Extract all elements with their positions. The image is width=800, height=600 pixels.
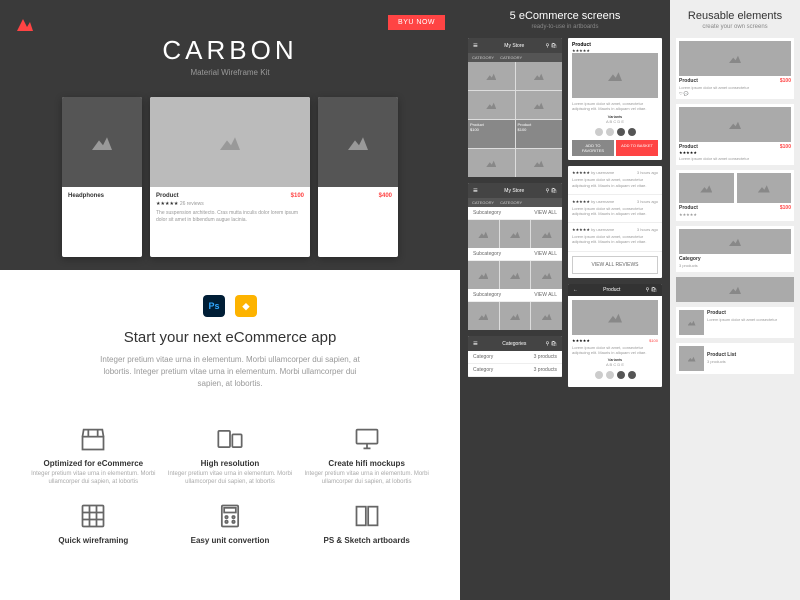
- feature-desc: Integer pretium vitae urna in elementum.…: [303, 471, 430, 487]
- storefront-icon: [79, 425, 107, 453]
- feature-title: Create hifi mockups: [303, 459, 430, 468]
- add-favorites-button[interactable]: ADD TO FAVORITES: [572, 140, 614, 156]
- feature-title: Easy unit convertion: [167, 536, 294, 545]
- add-basket-button[interactable]: ADD TO BASKET: [616, 140, 658, 156]
- view-all-reviews-button[interactable]: VIEW ALL REVIEWS: [572, 256, 658, 274]
- mockup-right: $400: [318, 97, 398, 257]
- hero-title: CARBON: [0, 0, 460, 66]
- mockup-left-name: Headphones: [68, 193, 104, 199]
- feature-title: Optimized for eCommerce: [30, 459, 157, 468]
- calculator-icon: [216, 502, 244, 530]
- grid-icon: [79, 502, 107, 530]
- feature-desc: Integer pretium vitae urna in elementum.…: [30, 471, 157, 487]
- hero-section: BYU NOW CARBON Material Wireframe Kit He…: [0, 0, 460, 270]
- elements-panel: Reusable elements create your own screen…: [670, 0, 800, 600]
- sketch-icon: ◆: [235, 295, 257, 317]
- feature-resolution: High resolution Integer pretium vitae ur…: [167, 425, 294, 487]
- menu-icon: [473, 339, 483, 348]
- element-card: Product$100 ★★★★★ Lorem ipsum dolor sit …: [676, 104, 794, 165]
- artboards-icon: [353, 502, 381, 530]
- mockup-right-price: $400: [379, 193, 392, 199]
- elements-title: Reusable elements: [676, 10, 794, 22]
- mockup-left: Headphones: [62, 97, 142, 257]
- feature-desc: Integer pretium vitae urna in elementum.…: [167, 471, 294, 487]
- feature-title: Quick wireframing: [30, 536, 157, 545]
- element-pair: Product$100 ★★★★★: [676, 170, 794, 221]
- feature-wireframing: Quick wireframing: [30, 502, 157, 548]
- intro-body: Integer pretium vitae urna in elementum.…: [90, 354, 370, 390]
- element-row: ProductLorem ipsum dolor sit amet consec…: [676, 307, 794, 338]
- feature-ecommerce: Optimized for eCommerce Integer pretium …: [30, 425, 157, 487]
- features-grid: Optimized for eCommerce Integer pretium …: [0, 415, 460, 558]
- screen-product-dark: ←Product⚲ 🛍 ★★★★★ $100 Lorem ipsum dolor…: [568, 284, 662, 387]
- element-category: Category 3 products: [676, 226, 794, 272]
- search-icon: ⚲ 🛍: [546, 43, 557, 49]
- feature-artboards: PS & Sketch artboards: [303, 502, 430, 548]
- feature-title: PS & Sketch artboards: [303, 536, 430, 545]
- mockup-center: Product $100 ★★★★★ 26 reviews The suspen…: [150, 97, 310, 257]
- screens-panel: 5 eCommerce screens ready-to-use in artb…: [460, 0, 670, 600]
- buy-now-button[interactable]: BYU NOW: [388, 15, 445, 30]
- feature-mockups: Create hifi mockups Integer pretium vita…: [303, 425, 430, 487]
- element-mini: [676, 277, 794, 302]
- devices-icon: [216, 425, 244, 453]
- screen-store-grid: My Store⚲ 🛍 CATEGORYCATEGORY Product$100…: [468, 38, 562, 177]
- hero-subtitle: Material Wireframe Kit: [0, 68, 460, 77]
- mockup-price: $100: [291, 193, 304, 199]
- screen-store-sections: My Store⚲ 🛍 CATEGORYCATEGORY Subcategory…: [468, 183, 562, 330]
- screen-reviews: ★★★★★ by username 3 hours agoLorem ipsum…: [568, 166, 662, 277]
- menu-icon: [473, 186, 483, 195]
- element-list: Product List3 products: [676, 343, 794, 374]
- intro-section: Ps ◆ Start your next eCommerce app Integ…: [0, 270, 460, 415]
- element-card: Product$100 Lorem ipsum dolor sit amet c…: [676, 38, 794, 99]
- feature-conversion: Easy unit convertion: [167, 502, 294, 548]
- photoshop-icon: Ps: [203, 295, 225, 317]
- mockup-name: Product: [156, 193, 179, 199]
- menu-icon: [473, 41, 483, 50]
- screens-subtitle: ready-to-use in artboards: [468, 24, 662, 30]
- feature-title: High resolution: [167, 459, 294, 468]
- elements-subtitle: create your own screens: [676, 24, 794, 30]
- hero-mockups: Headphones Product $100 ★★★★★ 26 reviews…: [0, 97, 460, 257]
- monitor-icon: [353, 425, 381, 453]
- tool-icons: Ps ◆: [40, 295, 420, 317]
- intro-heading: Start your next eCommerce app: [40, 329, 420, 346]
- brand-logo[interactable]: [15, 15, 35, 35]
- mockup-stars: ★★★★★ 26 reviews: [156, 201, 304, 207]
- left-panel: BYU NOW CARBON Material Wireframe Kit He…: [0, 0, 460, 600]
- screen-product-detail: Product ★★★★★ Lorem ipsum dolor sit amet…: [568, 38, 662, 160]
- mockup-desc: The suspension architecto. Cras mutta in…: [156, 210, 304, 224]
- screen-categories: Categories⚲ 🛍 Category3 products Categor…: [468, 336, 562, 377]
- back-icon: ←: [573, 287, 578, 293]
- screens-title: 5 eCommerce screens: [468, 10, 662, 22]
